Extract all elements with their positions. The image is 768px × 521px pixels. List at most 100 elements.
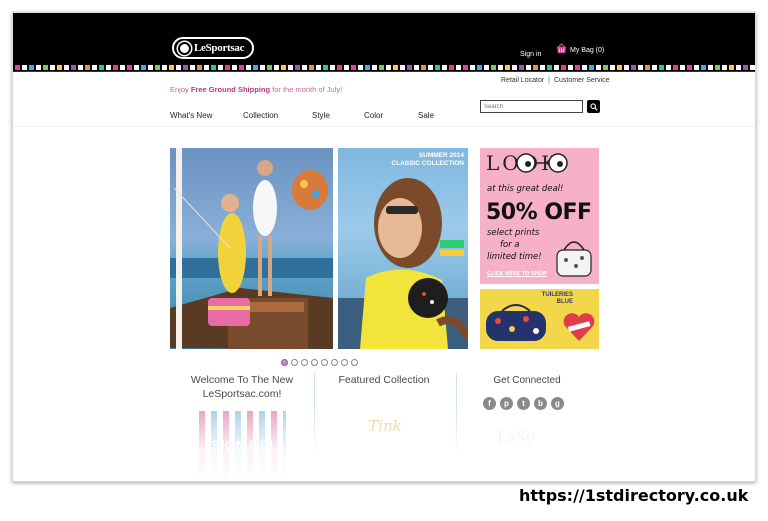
stripe-square — [330, 65, 335, 70]
stripe-square — [323, 65, 328, 70]
my-bag-link[interactable]: My Bag (0) — [556, 43, 604, 54]
stripe-square — [428, 65, 433, 70]
tumblr-icon[interactable]: t — [517, 397, 530, 410]
stripe-square — [386, 65, 391, 70]
hero-caption: SUMMER 2014 CLASSIC COLLECTION — [391, 152, 464, 168]
stripe-square — [694, 65, 699, 70]
nav-color[interactable]: Color — [364, 111, 383, 120]
stripe-square — [274, 65, 279, 70]
stripe-square — [645, 65, 650, 70]
stripe-square — [106, 65, 111, 70]
stripe-square — [463, 65, 468, 70]
stripe-square — [624, 65, 629, 70]
stripe-square — [281, 65, 286, 70]
stripe-square — [491, 65, 496, 70]
hero-image-summer[interactable]: SUMMER 2014 CLASSIC COLLECTION — [338, 148, 468, 349]
stripe-square — [631, 65, 636, 70]
nav-divider — [13, 126, 755, 127]
logo-text: LeSportsac — [194, 42, 245, 54]
watermark-url: https://1stdirectory.co.uk — [519, 486, 749, 505]
stripe-square — [519, 65, 524, 70]
featured-collection-title: Featured Collection — [338, 374, 430, 386]
stripe-square — [407, 65, 412, 70]
promo-line2: select prints — [487, 228, 540, 238]
column-divider-2 — [456, 373, 457, 453]
stripe-square — [400, 65, 405, 70]
welcome-line1: Welcome To The New — [190, 374, 294, 386]
stripe-square — [246, 65, 251, 70]
stripe-square — [50, 65, 55, 70]
nav-sale[interactable]: Sale — [418, 111, 434, 120]
hero-summer-illustration — [338, 178, 468, 349]
instagram-icon[interactable]: g — [551, 397, 564, 410]
carousel-dot[interactable] — [291, 359, 298, 366]
stripe-square — [547, 65, 552, 70]
stripe-square — [155, 65, 160, 70]
stripe-square — [358, 65, 363, 70]
featured-collection-tile[interactable]: Tink — [350, 399, 420, 453]
hero-image-boat[interactable] — [170, 148, 333, 349]
stripe-square — [78, 65, 83, 70]
nav-whats-new[interactable]: What's New — [170, 111, 212, 120]
click-here-to-shop-link[interactable]: CLICK HERE TO SHOP — [487, 271, 547, 277]
stripe-square — [610, 65, 615, 70]
carousel-dot[interactable] — [331, 359, 338, 366]
hero-caption-line2: CLASSIC COLLECTION — [391, 160, 464, 167]
stripe-square — [15, 65, 20, 70]
stripe-square — [148, 65, 153, 70]
carousel-dot[interactable] — [351, 359, 358, 366]
stripe-square — [239, 65, 244, 70]
stripe-square — [99, 65, 104, 70]
sign-in-link[interactable]: Sign in — [520, 51, 541, 58]
stripe-square — [736, 65, 741, 70]
stripe-square — [687, 65, 692, 70]
stripe-square — [204, 65, 209, 70]
promo-50-off-tile[interactable]: LOOK at this great deal! 50% OFF select … — [480, 148, 599, 284]
pinterest-icon[interactable]: p — [500, 397, 513, 410]
stripe-square — [267, 65, 272, 70]
stripe-square — [183, 65, 188, 70]
stripe-square — [22, 65, 27, 70]
decorative-stripe — [13, 64, 755, 71]
signup-tile[interactable]: SIGN UP! — [199, 411, 286, 481]
search-input[interactable] — [480, 100, 583, 113]
facebook-icon[interactable]: f — [483, 397, 496, 410]
stripe-square — [750, 65, 755, 70]
eyeglasses-icon — [516, 153, 568, 173]
stripe-square — [71, 65, 76, 70]
promo-tuileries-tile[interactable]: TUILERIES BLUE — [480, 289, 599, 349]
nav-collection[interactable]: Collection — [243, 111, 278, 120]
promo-50-off: 50% OFF — [486, 200, 592, 225]
retail-locator-link[interactable]: Retail Locator — [501, 77, 544, 84]
stripe-square — [211, 65, 216, 70]
search-button[interactable] — [587, 100, 600, 113]
stripe-square — [715, 65, 720, 70]
stripe-square — [533, 65, 538, 70]
header-divider — [13, 71, 755, 72]
twitter-icon[interactable]: b — [534, 397, 547, 410]
stripe-square — [540, 65, 545, 70]
stripe-square — [351, 65, 356, 70]
stripe-square — [652, 65, 657, 70]
carousel-dot[interactable] — [321, 359, 328, 366]
stripe-square — [337, 65, 342, 70]
carousel-dot[interactable] — [301, 359, 308, 366]
promo-line3: for a — [500, 240, 520, 250]
stripe-square — [596, 65, 601, 70]
utility-separator: | — [548, 77, 550, 84]
stripe-square — [722, 65, 727, 70]
customer-service-link[interactable]: Customer Service — [554, 77, 610, 84]
shipping-promo[interactable]: Enjoy Free Ground Shipping for the month… — [170, 85, 342, 94]
page: LeSportsac Sign in My Bag (0) Retail Loc… — [0, 0, 768, 521]
stripe-square — [701, 65, 706, 70]
nav-style[interactable]: Style — [312, 111, 330, 120]
stripe-square — [64, 65, 69, 70]
carousel-dot[interactable] — [311, 359, 318, 366]
stripe-square — [190, 65, 195, 70]
stripe-square — [743, 65, 748, 70]
carousel-dot[interactable] — [341, 359, 348, 366]
column-divider-1 — [314, 373, 315, 453]
promo-line4: limited time! — [487, 252, 542, 262]
lesportsac-logo[interactable]: LeSportsac — [172, 37, 254, 59]
carousel-dot[interactable] — [281, 359, 288, 366]
